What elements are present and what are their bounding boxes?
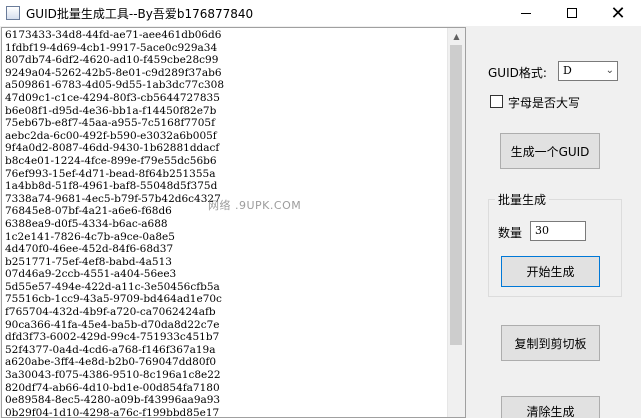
window-title: GUID批量生成工具--By吾爱b176877840 bbox=[26, 6, 254, 21]
guid-line: b251771-75ef-4ef8-babd-4a513 bbox=[5, 255, 172, 268]
guid-line: 4d470f0-46ee-452d-84f6-68d37 bbox=[5, 243, 174, 256]
guid-line: 0e89584-8ec5-4280-a09b-f43996aa9a93 bbox=[5, 394, 221, 407]
minimize-icon bbox=[521, 12, 531, 14]
guid-line: 47d09c1-c1ce-4294-80f3-cb5644727835 bbox=[5, 91, 220, 104]
uppercase-checkbox[interactable] bbox=[490, 95, 503, 108]
guid-format-value: D bbox=[563, 64, 572, 77]
guid-line: aebc2da-6c00-492f-b590-e3032a6b005f bbox=[5, 129, 217, 142]
guid-line: 90ca366-41fa-45e4-ba5b-d70da8d22c7e bbox=[5, 318, 220, 331]
copy-to-clipboard-button[interactable]: 复制到剪切板 bbox=[501, 325, 600, 361]
guid-line: 75516cb-1cc9-43a5-9709-bd464ad1e70c bbox=[5, 293, 222, 306]
guid-line: 07d46a9-2ccb-4551-a404-56ee3 bbox=[5, 268, 177, 281]
guid-output-textbox[interactable]: 6173433-34d8-44fd-ae71-aee461db06d6 1fdbf… bbox=[1, 27, 466, 418]
maximize-icon bbox=[567, 8, 577, 18]
guid-line: 9f4a0d2-8087-46dd-9430-1b62881ddacf bbox=[5, 142, 220, 155]
guid-format-label: GUID格式: bbox=[488, 66, 547, 80]
guid-line: f765704-432d-4b9f-a720-ca7062424afb bbox=[5, 306, 216, 319]
clear-button[interactable]: 清除生成 bbox=[501, 396, 600, 418]
title-bar[interactable]: GUID批量生成工具--By吾爱b176877840 ✕ bbox=[0, 0, 641, 26]
guid-line: 3a30043-f075-4386-9510-8c196a1c8e22 bbox=[5, 369, 221, 382]
guid-line: 6173433-34d8-44fd-ae71-aee461db06d6 bbox=[5, 29, 222, 41]
guid-line: 6388ea9-d0f5-4334-b6ac-a688 bbox=[5, 217, 168, 230]
batch-group-title: 批量生成 bbox=[495, 191, 550, 208]
generate-one-button[interactable]: 生成一个GUID bbox=[500, 133, 600, 169]
scroll-up-icon[interactable]: ▲ bbox=[448, 28, 465, 45]
guid-line: 75eb67b-e8f7-45aa-a955-7c5168f7705f bbox=[5, 117, 215, 130]
close-button[interactable]: ✕ bbox=[595, 0, 641, 26]
guid-line: 807db74-6df2-4620-ad10-f459cbe28c99 bbox=[5, 54, 219, 67]
vertical-scrollbar[interactable]: ▲ bbox=[447, 28, 465, 417]
guid-line: a509861-6783-4d05-9d55-1ab3dc77c308 bbox=[5, 79, 225, 92]
guid-line: b6e08f1-d95d-4e36-bb1a-f14450f82e7b bbox=[5, 104, 217, 117]
chevron-down-icon: ⌄ bbox=[605, 65, 614, 76]
maximize-button[interactable] bbox=[549, 0, 595, 26]
window-controls: ✕ bbox=[503, 0, 641, 26]
guid-line: 1fdbf19-4d69-4cb1-9917-5ace0c929a34 bbox=[5, 41, 218, 54]
guid-line: 76ef993-15ef-4d71-bead-8f64b251355a bbox=[5, 167, 216, 180]
guid-format-select[interactable]: D ⌄ bbox=[558, 61, 618, 81]
quantity-input[interactable]: 30 bbox=[530, 221, 586, 241]
guid-line: 9249a04-5262-42b5-8e01-c9d289f37ab6 bbox=[5, 66, 222, 79]
guid-lines: 6173433-34d8-44fd-ae71-aee461db06d6 1fdbf… bbox=[5, 29, 445, 418]
guid-line: b8c4e01-1224-4fce-899e-f79e55dc56b6 bbox=[5, 154, 217, 167]
app-icon bbox=[6, 6, 20, 20]
guid-line: 5d55e57-494e-422d-a11c-3e50456cfb5a bbox=[5, 280, 220, 293]
app-window: GUID批量生成工具--By吾爱b176877840 ✕ 6173433-34d… bbox=[0, 0, 641, 418]
uppercase-label: 字母是否大写 bbox=[508, 96, 581, 110]
guid-line: 0b29f04-1d10-4298-a76c-f199bbd85e17 bbox=[5, 406, 220, 418]
guid-line: 1c2e141-7826-4c7b-a9ce-0a8e5 bbox=[5, 230, 175, 243]
minimize-button[interactable] bbox=[503, 0, 549, 26]
guid-line: dfd3f73-6002-429d-99c4-751933c451b7 bbox=[5, 331, 220, 344]
close-icon: ✕ bbox=[610, 2, 626, 24]
start-generate-button[interactable]: 开始生成 bbox=[501, 256, 600, 287]
guid-line: a620abe-3ff4-4e8d-b2b0-769047dd80f0 bbox=[5, 356, 217, 369]
guid-line: 1a4bb8d-51f8-4961-baf8-55048d5f375d bbox=[5, 180, 218, 193]
watermark-text: 网络 .9UPK.COM bbox=[208, 199, 302, 212]
quantity-label: 数量 bbox=[498, 226, 523, 240]
guid-line: 52f4377-0a4d-4cd6-a768-f146f367a19a bbox=[5, 343, 216, 356]
guid-line: 820df74-ab66-4d10-bd1e-00d854fa7180 bbox=[5, 381, 220, 394]
scroll-thumb[interactable] bbox=[450, 45, 462, 345]
